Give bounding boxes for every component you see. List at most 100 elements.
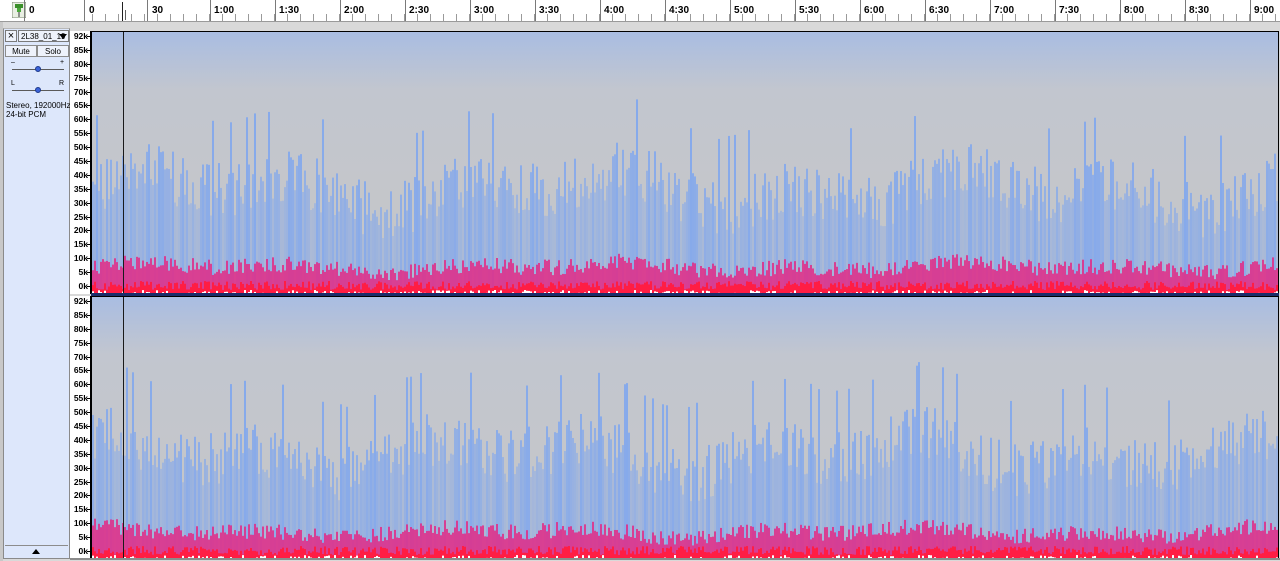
ruler-minor-tick xyxy=(599,14,600,21)
ruler-major-tick xyxy=(600,0,601,21)
frequency-label: 45k xyxy=(73,156,88,166)
ruler-label: 4:30 xyxy=(669,5,690,16)
frequency-tick xyxy=(87,286,90,287)
timeline-ruler[interactable]: 0 0 30 1:00 1:30 2:00 2:30 3:00 3:30 4:0… xyxy=(0,0,1280,22)
ruler-minor-tick xyxy=(833,14,834,21)
close-track-button[interactable]: × xyxy=(5,30,17,42)
ruler-major-tick xyxy=(405,0,406,21)
ruler-minor-tick xyxy=(339,14,340,21)
ruler-minor-tick xyxy=(183,14,184,21)
frequency-label: 10k xyxy=(73,518,88,529)
ruler-minor-tick xyxy=(716,14,717,21)
ruler-label: 7:00 xyxy=(994,5,1015,16)
frequency-label: 65k xyxy=(73,100,88,111)
frequency-tick xyxy=(87,36,90,37)
ruler-minor-tick xyxy=(248,14,249,21)
frequency-tick xyxy=(87,91,90,93)
frequency-label: 40k xyxy=(73,434,88,445)
ruler-minor-tick xyxy=(378,14,379,21)
ruler-minor-tick xyxy=(755,14,756,21)
frequency-tick xyxy=(87,356,90,358)
gain-slider-thumb[interactable] xyxy=(35,66,41,72)
frequency-label: 15k xyxy=(73,239,88,250)
ruler-minor-tick xyxy=(573,14,574,21)
frequency-tick xyxy=(87,481,90,483)
collapse-up-icon xyxy=(32,549,40,554)
frequency-label: 20k xyxy=(73,490,88,501)
ruler-minor-tick xyxy=(859,14,860,21)
track-format-rate: Stereo, 192000Hz xyxy=(6,101,71,110)
ruler-major-tick xyxy=(795,0,796,21)
ruler-minor-tick xyxy=(404,14,405,21)
ruler-minor-tick xyxy=(651,14,652,21)
ruler-minor-tick xyxy=(729,14,730,21)
ruler-major-tick xyxy=(990,0,991,21)
pan-left-label: L xyxy=(11,80,15,87)
frequency-tick xyxy=(87,301,90,302)
ruler-label: 7:30 xyxy=(1059,5,1080,16)
ruler-minor-tick xyxy=(1015,14,1016,21)
frequency-tick xyxy=(87,174,90,176)
frequency-tick xyxy=(87,426,90,427)
frequency-tick xyxy=(87,551,90,552)
ruler-minor-tick xyxy=(1158,14,1159,21)
mute-button[interactable]: Mute xyxy=(5,45,37,57)
ruler-major-tick xyxy=(860,0,861,21)
ruler-major-tick xyxy=(24,0,25,21)
frequency-label: 25k xyxy=(73,211,88,222)
frequency-tick xyxy=(87,202,90,204)
ruler-minor-tick xyxy=(469,14,470,21)
frequency-ruler-right-channel[interactable]: 92k 85k 80k 75k 70k 65k 60k 55k 50k 45k 40k 35k 30k 2… xyxy=(70,296,91,559)
spectrogram-left-channel[interactable] xyxy=(91,31,1279,294)
frequency-label: 25k xyxy=(73,476,88,487)
ruler-minor-tick xyxy=(1041,14,1042,21)
frequency-tick xyxy=(87,105,90,107)
pan-slider-thumb[interactable] xyxy=(35,87,41,93)
ruler-minor-tick xyxy=(430,14,431,21)
ruler-minor-tick xyxy=(534,14,535,21)
ruler-minor-tick xyxy=(1028,14,1029,21)
ruler-minor-tick xyxy=(261,14,262,21)
ruler-major-tick xyxy=(275,0,276,21)
frequency-tick xyxy=(87,537,90,539)
track-name-menu[interactable]: 2L38_01_19 xyxy=(18,30,69,42)
ruler-minor-tick xyxy=(443,14,444,21)
ruler-minor-tick xyxy=(768,14,769,21)
ruler-label: 8:00 xyxy=(1124,5,1145,16)
selection-marker[interactable] xyxy=(125,10,126,20)
ruler-label: 2:00 xyxy=(344,5,365,16)
ruler-minor-tick xyxy=(885,14,886,21)
ruler-label: 1:00 xyxy=(214,5,235,16)
frequency-tick xyxy=(87,119,90,121)
ruler-major-tick xyxy=(730,0,731,21)
solo-button[interactable]: Solo xyxy=(37,45,69,57)
frequency-tick xyxy=(87,509,90,511)
ruler-major-tick xyxy=(1185,0,1186,21)
frequency-label: 60k xyxy=(73,114,88,125)
ruler-minor-tick xyxy=(1106,14,1107,21)
spectrogram-image xyxy=(92,32,1278,293)
ruler-minor-tick xyxy=(963,14,964,21)
track-control-panel[interactable]: × 2L38_01_19 Mute Solo – + L R Stereo, 1… xyxy=(3,28,71,559)
playhead-marker[interactable] xyxy=(122,2,123,21)
ruler-minor-tick xyxy=(846,14,847,21)
ruler-label: 1:30 xyxy=(279,5,300,16)
ruler-major-tick xyxy=(147,0,148,21)
ruler-minor-tick xyxy=(1223,14,1224,21)
ruler-minor-tick xyxy=(391,14,392,21)
ruler-minor-tick xyxy=(326,14,327,21)
ruler-minor-tick xyxy=(586,14,587,21)
ruler-minor-tick xyxy=(794,14,795,21)
frequency-ruler-left-channel[interactable]: 92k 85k 80k 75k 70k 65k 60k 55k 50k 45k 40k 35k 30k 2… xyxy=(70,31,91,294)
ruler-minor-tick xyxy=(235,14,236,21)
ruler-minor-tick xyxy=(950,14,951,21)
ruler-label: 4:00 xyxy=(604,5,625,16)
collapse-track-button[interactable] xyxy=(5,545,68,557)
spectrogram-right-channel[interactable] xyxy=(91,296,1279,559)
frequency-tick xyxy=(87,258,90,260)
frequency-tick xyxy=(87,412,90,414)
ruler-label: 3:30 xyxy=(539,5,560,16)
ruler-minor-tick xyxy=(703,14,704,21)
ruler-minor-tick xyxy=(118,14,119,21)
ruler-major-tick xyxy=(1120,0,1121,21)
